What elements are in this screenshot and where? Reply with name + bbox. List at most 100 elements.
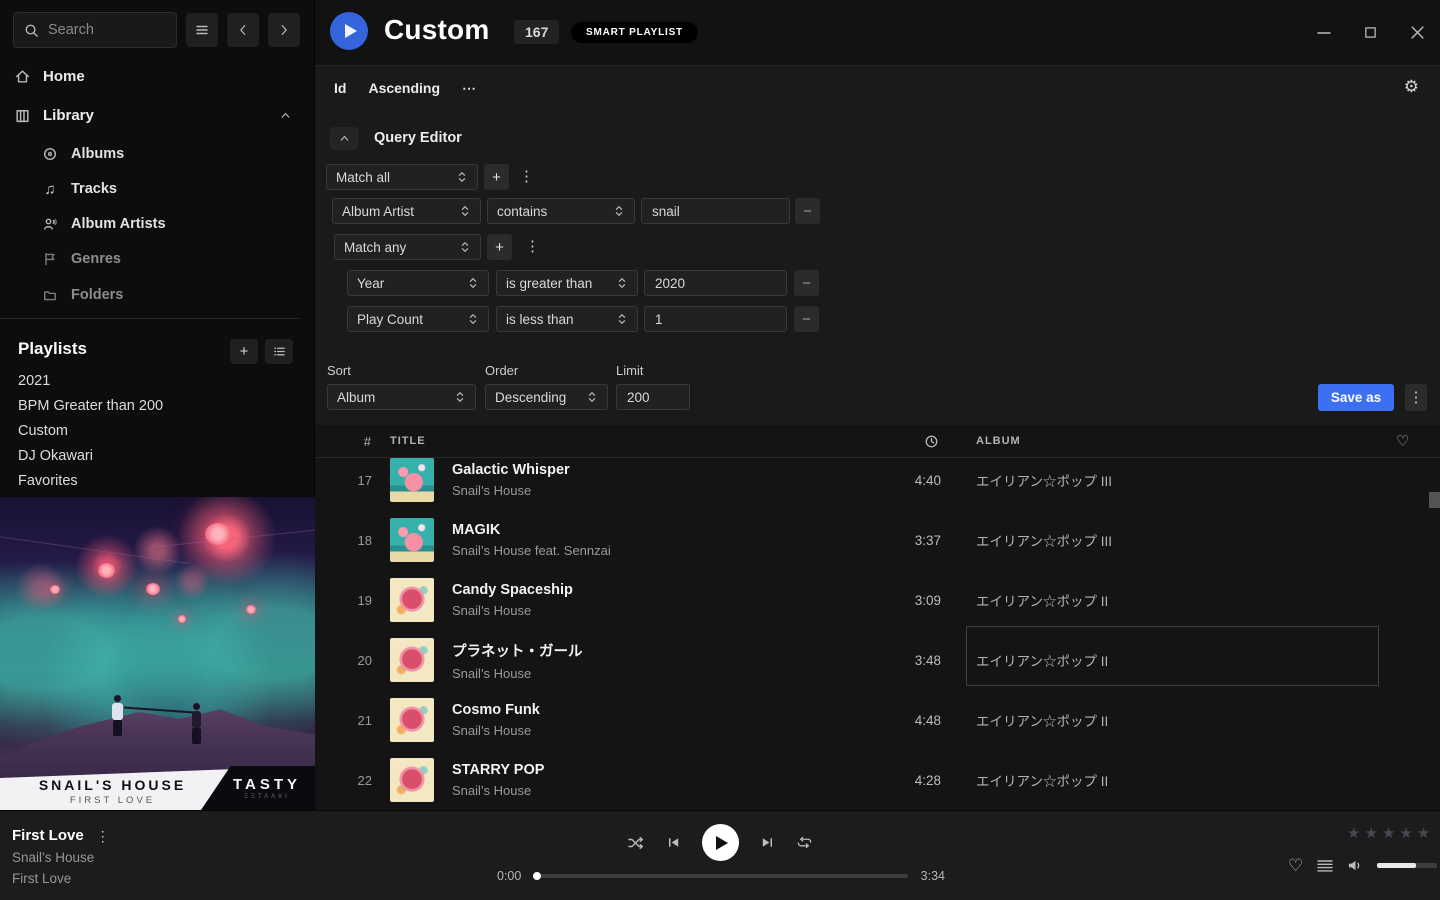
sort-direction-button[interactable]: Ascending [368,80,440,96]
lantern-glow [205,523,231,545]
add-rule-button[interactable]: + [487,234,512,260]
plus-icon: + [492,169,501,186]
column-favorite[interactable]: ♡ [1376,432,1440,450]
now-playing-album-art[interactable]: SNAIL'S HOUSE FIRST LOVE TASTY ΞΞΤΛΛΧΙ [0,497,315,810]
sidebar-item-home[interactable]: Home [0,61,314,91]
playlist-item-favorites[interactable]: Favorites [18,468,78,493]
minimize-button[interactable] [1315,24,1333,42]
track-album: エイリアン☆ポップ II [976,710,1376,730]
next-button[interactable] [760,835,775,850]
repeat-button[interactable] [796,835,813,850]
table-row[interactable]: 18 MAGIKSnail’s House feat. Sennzai 3:37… [315,510,1440,570]
table-row[interactable]: 22 STARRY POPSnail’s House 4:28 エイリアン☆ポッ… [315,750,1440,810]
save-menu-button[interactable]: ⋮ [1405,384,1427,411]
chevron-left-icon [236,23,250,37]
back-button[interactable] [227,13,259,47]
group-menu-button[interactable]: ⋮ [525,239,540,254]
more-options-button[interactable]: ⋯ [462,80,477,97]
scrollbar-thumb[interactable] [1429,492,1440,508]
sort-field-button[interactable]: Id [334,80,346,96]
query-editor-collapse-button[interactable] [330,127,358,150]
now-playing-menu-button[interactable]: ⋮ [96,829,110,843]
star-icon[interactable]: ★ [1364,824,1377,842]
limit-input[interactable] [616,384,690,410]
smart-playlist-badge: SMART PLAYLIST [571,22,698,43]
sort-label: Sort [327,363,351,378]
play-icon [716,836,728,850]
track-number: 17 [315,473,372,488]
shuffle-button[interactable] [627,835,645,851]
total-time: 3:34 [921,869,945,883]
sidebar-item-library[interactable]: Library [0,100,314,130]
seek-thumb[interactable] [533,872,541,880]
table-row[interactable]: 17 Galactic WhisperSnail’s House 4:40 エイ… [315,458,1440,510]
column-title[interactable]: TITLE [390,435,841,447]
track-artist: Snail’s House feat. Sennzai [452,543,843,558]
star-icon[interactable]: ★ [1347,824,1360,842]
track-title: プラネット・ガール [452,640,843,661]
rule-operator-select[interactable]: contains [487,198,635,224]
close-button[interactable] [1408,23,1427,42]
sidebar-item-albums[interactable]: Albums [0,139,314,169]
track-album: エイリアン☆ポップ II [976,650,1376,670]
select-chevrons-icon [459,204,471,218]
rule-value-input[interactable] [644,270,787,296]
volume-button[interactable] [1347,858,1364,873]
play-button[interactable] [702,824,739,861]
star-icon[interactable]: ★ [1399,824,1412,842]
playlist-item-custom[interactable]: Custom [18,418,68,443]
volume-slider[interactable] [1377,863,1437,868]
sort-select[interactable]: Album [327,384,476,410]
rule-field-select[interactable]: Album Artist [332,198,481,224]
settings-gear-icon[interactable]: ⚙ [1404,78,1419,95]
queue-button[interactable] [1316,858,1334,874]
main-content: Custom 167 SMART PLAYLIST Id Ascending ⋯… [315,0,1440,810]
remove-rule-button[interactable]: − [794,306,819,332]
group-menu-button[interactable]: ⋮ [519,169,534,184]
play-playlist-button[interactable] [330,12,368,50]
search-placeholder: Search [48,22,94,38]
column-number[interactable]: # [315,434,372,449]
match-mode-select-2[interactable]: Match any [334,234,481,260]
remove-rule-button[interactable]: − [795,198,820,224]
sidebar-item-folders[interactable]: Folders [0,280,314,310]
save-as-button[interactable]: Save as [1318,384,1394,411]
previous-button[interactable] [666,835,681,850]
remove-rule-button[interactable]: − [794,270,819,296]
column-album[interactable]: ALBUM [976,435,1376,447]
progress-section: 0:00 3:34 [497,869,945,883]
add-playlist-button[interactable]: + [230,339,258,364]
seek-slider[interactable] [534,874,907,878]
sidebar-item-genres[interactable]: Genres [0,244,314,274]
rule-operator-select[interactable]: is greater than [496,270,638,296]
forward-button[interactable] [268,13,300,47]
order-select[interactable]: Descending [485,384,608,410]
playlist-item-bpm[interactable]: BPM Greater than 200 [18,393,163,418]
search-input[interactable]: Search [13,12,177,48]
menu-button[interactable] [186,13,218,47]
folder-icon [42,287,58,303]
maximize-button[interactable] [1362,24,1379,41]
add-rule-button[interactable]: + [484,164,509,190]
playlist-view-button[interactable] [265,339,293,364]
favorite-button[interactable]: ♡ [1288,857,1303,874]
rule-field-select[interactable]: Year [347,270,489,296]
sidebar-item-label: Albums [71,146,124,162]
playlist-header: Custom 167 SMART PLAYLIST [315,0,1440,65]
star-icon[interactable]: ★ [1382,824,1395,842]
table-row[interactable]: 19 Candy SpaceshipSnail’s House 3:09 エイリ… [315,570,1440,630]
column-duration[interactable] [841,434,941,449]
rule-operator-select[interactable]: is less than [496,306,638,332]
table-row[interactable]: 20 プラネット・ガールSnail’s House 3:48 エイリアン☆ポップ… [315,630,1440,690]
playlist-item-2021[interactable]: 2021 [18,368,50,393]
match-mode-select-1[interactable]: Match all [326,164,478,190]
select-chevrons-icon [456,170,468,184]
star-icon[interactable]: ★ [1417,824,1430,842]
sidebar-item-tracks[interactable]: ♫ Tracks [0,174,314,204]
table-row[interactable]: 21 Cosmo FunkSnail’s House 4:48 エイリアン☆ポッ… [315,690,1440,750]
rule-field-select[interactable]: Play Count [347,306,489,332]
sidebar-item-album-artists[interactable]: Album Artists [0,209,314,239]
playlist-item-dj-okawari[interactable]: DJ Okawari [18,443,93,468]
rule-value-input[interactable] [644,306,787,332]
rule-value-input[interactable] [641,198,790,224]
